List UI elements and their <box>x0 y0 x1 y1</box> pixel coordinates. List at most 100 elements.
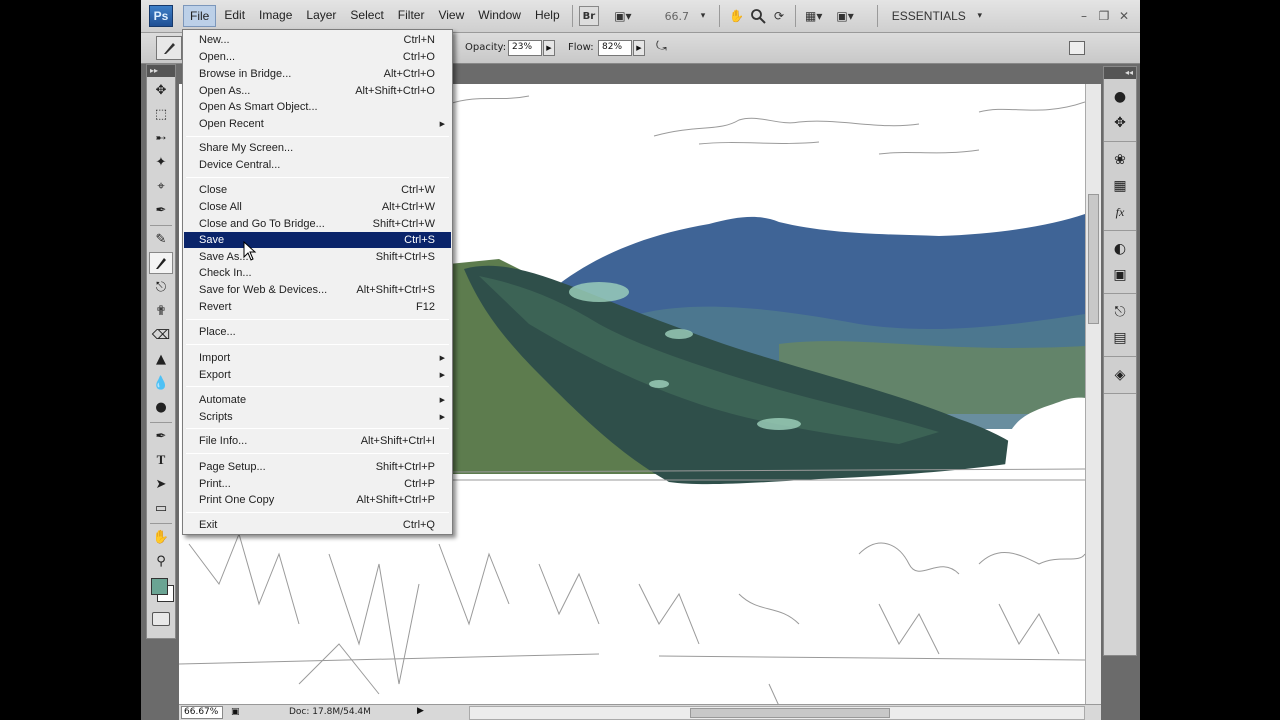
airbrush-icon[interactable]: ⤿ <box>656 39 676 57</box>
eraser-icon[interactable]: ⌫ <box>149 324 173 346</box>
menu-item-import[interactable]: Import ▶ <box>184 350 451 366</box>
tools-collapse-icon[interactable]: ▸▸ <box>147 65 175 77</box>
menu-item-share-my-screen[interactable]: Share My Screen... <box>184 140 451 156</box>
menu-item-automate[interactable]: Automate ▶ <box>184 392 451 408</box>
menu-item-open-as-smart-object[interactable]: Open As Smart Object... <box>184 99 451 115</box>
menu-item-save-as[interactable]: Save As... Shift+Ctrl+S <box>184 249 451 265</box>
brush-tool-icon[interactable] <box>149 252 173 274</box>
clone-source-icon[interactable]: ⎋ <box>1109 301 1131 323</box>
menu-item-open-as[interactable]: Open As... Alt+Shift+Ctrl+O <box>184 83 451 99</box>
rectangle-tool-icon[interactable]: ▭ <box>149 497 173 519</box>
magic-wand-icon[interactable]: ✦ <box>149 151 173 173</box>
zoom-tool-icon[interactable] <box>747 6 769 26</box>
adjustments-panel-icon[interactable]: ◐ <box>1109 238 1131 260</box>
menu-item-page-setup[interactable]: Page Setup... Shift+Ctrl+P <box>184 459 451 475</box>
menu-item-close[interactable]: Close Ctrl+W <box>184 182 451 198</box>
menu-item-place[interactable]: Place... <box>184 324 451 340</box>
menu-item-print-one-copy[interactable]: Print One Copy Alt+Shift+Ctrl+P <box>184 492 451 508</box>
menu-file[interactable]: File <box>183 5 217 27</box>
dodge-tool-icon[interactable]: ● <box>149 396 173 418</box>
menu-item-exit[interactable]: Exit Ctrl+Q <box>184 517 451 533</box>
crop-tool-icon[interactable]: ⌖ <box>149 175 173 197</box>
arrange-documents-icon[interactable]: ▦▾ <box>802 6 825 26</box>
workspace-dropdown-icon[interactable]: ▾ <box>970 6 990 26</box>
menu-item-save-for-web[interactable]: Save for Web & Devices... Alt+Shift+Ctrl+… <box>184 282 451 298</box>
foreground-color-swatch[interactable] <box>151 578 168 595</box>
vertical-scroll-thumb[interactable] <box>1088 194 1099 324</box>
menu-item-open-recent[interactable]: Open Recent ▶ <box>184 116 451 132</box>
healing-brush-icon[interactable]: ✎ <box>149 228 173 250</box>
marquee-tool-icon[interactable]: ⬚ <box>149 103 173 125</box>
menu-select[interactable]: Select <box>344 5 389 27</box>
horizontal-scroll-thumb[interactable] <box>690 708 890 718</box>
zoom-dropdown-icon[interactable]: ▾ <box>693 6 713 26</box>
status-info-icon[interactable]: ▣ <box>231 707 240 717</box>
minimize-icon[interactable]: – <box>1074 9 1094 23</box>
screen-mode-icon[interactable]: ▣▾ <box>833 6 856 26</box>
lasso-tool-icon[interactable]: ➸ <box>149 127 173 149</box>
menu-item-save[interactable]: Save Ctrl+S <box>184 232 451 248</box>
menu-image[interactable]: Image <box>253 5 298 27</box>
menu-item-file-info[interactable]: File Info... Alt+Shift+Ctrl+I <box>184 433 451 449</box>
brush-preset-picker[interactable] <box>156 36 182 60</box>
masks-panel-icon[interactable]: ▣ <box>1109 264 1131 286</box>
paint-bucket-icon[interactable]: ▲ <box>149 348 173 370</box>
color-panel-icon[interactable]: ● <box>1109 86 1131 108</box>
blur-tool-icon[interactable]: 💧 <box>149 372 173 394</box>
zoom-readout[interactable]: 66.7 <box>665 10 690 23</box>
status-zoom-field[interactable]: 66.67% <box>181 706 223 719</box>
menu-item-print[interactable]: Print... Ctrl+P <box>184 476 451 492</box>
close-icon[interactable]: ✕ <box>1114 9 1134 23</box>
styles-panel-icon[interactable]: fx <box>1109 201 1131 223</box>
hand-tool-icon[interactable]: ✋ <box>149 526 173 548</box>
clone-stamp-icon[interactable]: ⎋ <box>149 276 173 298</box>
hand-tool-icon[interactable]: ✋ <box>726 6 747 26</box>
pen-tool-icon[interactable]: ✒ <box>149 425 173 447</box>
type-tool-icon[interactable]: T <box>149 449 173 471</box>
menu-item-close-all[interactable]: Close All Alt+Ctrl+W <box>184 199 451 215</box>
menu-item-scripts[interactable]: Scripts ▶ <box>184 409 451 425</box>
mini-bridge-icon[interactable]: ▣▾ <box>611 6 634 26</box>
panel-menu-icon[interactable] <box>1069 41 1085 55</box>
brushes-panel-icon[interactable]: ❀ <box>1109 149 1131 171</box>
menu-separator <box>186 319 449 320</box>
workspace-switcher[interactable]: ESSENTIALS <box>892 9 966 23</box>
flow-field[interactable]: 82% <box>598 40 632 56</box>
menu-item-device-central[interactable]: Device Central... <box>184 157 451 173</box>
status-menu-arrow-icon[interactable]: ▶ <box>417 706 424 716</box>
menu-item-check-in[interactable]: Check In... <box>184 265 451 281</box>
menu-item-export[interactable]: Export ▶ <box>184 367 451 383</box>
move-tool-icon[interactable]: ✥ <box>149 79 173 101</box>
menu-filter[interactable]: Filter <box>392 5 431 27</box>
history-brush-icon[interactable]: ✟ <box>149 300 173 322</box>
menu-edit[interactable]: Edit <box>218 5 251 27</box>
eyedropper-icon[interactable]: ✒ <box>149 199 173 221</box>
vertical-scrollbar[interactable] <box>1085 84 1101 706</box>
tool-presets-icon[interactable]: ▤ <box>1109 327 1131 349</box>
layers-panel-icon[interactable]: ◈ <box>1109 364 1131 386</box>
menu-help[interactable]: Help <box>529 5 566 27</box>
menu-item-open[interactable]: Open... Ctrl+O <box>184 49 451 65</box>
swatches-panel-icon[interactable]: ✥ <box>1109 112 1131 134</box>
menu-item-close-and-go-to-bridge[interactable]: Close and Go To Bridge... Shift+Ctrl+W <box>184 216 451 232</box>
rotate-view-icon[interactable]: ⟳ <box>769 6 789 26</box>
menu-view[interactable]: View <box>432 5 470 27</box>
opacity-field[interactable]: 23% <box>508 40 542 56</box>
restore-icon[interactable]: ❐ <box>1094 9 1114 23</box>
dock-collapse-icon[interactable]: ◂◂ <box>1104 67 1136 79</box>
zoom-tool-icon[interactable]: ⚲ <box>149 550 173 572</box>
flow-slider-arrow-icon[interactable]: ▶ <box>633 40 645 56</box>
toolbar-divider <box>876 5 878 27</box>
grid-panel-icon[interactable]: ▦ <box>1109 175 1131 197</box>
menu-item-revert[interactable]: Revert F12 <box>184 299 451 315</box>
menu-item-browse-in-bridge[interactable]: Browse in Bridge... Alt+Ctrl+O <box>184 66 451 82</box>
path-selection-icon[interactable]: ➤ <box>149 473 173 495</box>
horizontal-scrollbar[interactable] <box>469 706 1085 720</box>
menu-layer[interactable]: Layer <box>300 5 342 27</box>
document-size-info: Doc: 17.8M/54.4M <box>289 707 371 717</box>
opacity-slider-arrow-icon[interactable]: ▶ <box>543 40 555 56</box>
bridge-button[interactable]: Br <box>578 6 600 26</box>
menu-item-new[interactable]: New... Ctrl+N <box>184 32 451 48</box>
quick-mask-icon[interactable] <box>152 612 170 626</box>
menu-window[interactable]: Window <box>472 5 527 27</box>
